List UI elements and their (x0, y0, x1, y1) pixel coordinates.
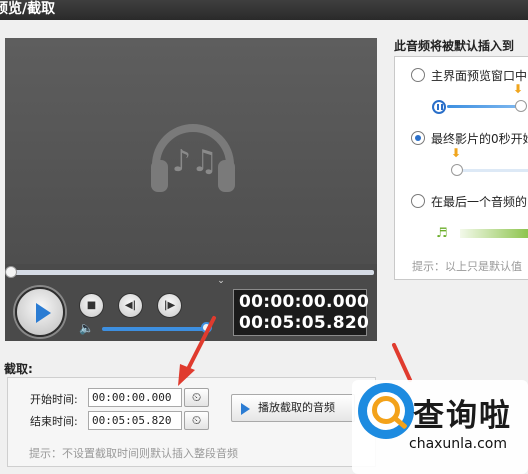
total-time: 00:05:05.820 (239, 313, 370, 333)
start-time-label: 开始时间: (30, 393, 78, 406)
play-captured-audio-label: 播放截取的音频 (258, 401, 335, 414)
clock-icon: ⏲ (191, 413, 202, 427)
clock-icon: ⏲ (191, 390, 202, 404)
annotation-arrow-shaft (392, 343, 412, 382)
window-titlebar: 预览/截取 (0, 0, 528, 20)
position-track-movie[interactable] (458, 169, 528, 172)
end-time-clock-button[interactable]: ⏲ (184, 411, 209, 430)
watermark-url: chaxunla.com (409, 436, 507, 452)
option-radio-main-preview[interactable] (411, 68, 425, 82)
time-display: 00:00:00.000 00:05:05.820 (233, 289, 370, 336)
end-time-label: 结束时间: (30, 415, 78, 428)
start-time-input[interactable]: 00:00:00.000 (88, 388, 182, 407)
option-radio-after-last[interactable] (411, 194, 425, 208)
marker-arrow-icon: ⬇ (451, 146, 462, 160)
capture-hint: 提示：不设置截取时间则默认插入整段音频 (29, 447, 238, 460)
window-title: 预览/截取 (0, 1, 56, 17)
preview-screen: ♪♫ (5, 38, 377, 264)
insert-options-hint: 提示：以上只是默认值 (412, 260, 522, 273)
position-knob-movie[interactable] (451, 164, 463, 176)
headphones-music-icon: ♪♫ (151, 124, 235, 192)
watermark-name: 查询啦 (413, 398, 512, 434)
option-label-after-last: 在最后一个音频的 (431, 195, 528, 209)
play-button[interactable] (15, 287, 65, 337)
pause-icon[interactable] (432, 100, 446, 114)
insert-options-title: 此音频将被默认插入到 (394, 39, 515, 53)
option-label-movie-start: 最终影片的0秒开始 (431, 132, 528, 146)
audio-waveform-bar (460, 229, 528, 238)
previous-button[interactable]: ◀| (118, 293, 143, 318)
chevron-down-icon[interactable]: ⌄ (210, 276, 232, 286)
position-knob-main[interactable] (515, 100, 527, 112)
play-icon (36, 303, 51, 323)
play-icon (241, 403, 250, 415)
music-note-icon: ♬ (436, 226, 448, 241)
next-button[interactable]: |▶ (157, 293, 182, 318)
option-radio-movie-start[interactable] (411, 131, 425, 145)
end-time-input[interactable]: 00:05:05.820 (88, 411, 182, 430)
seek-knob[interactable] (5, 266, 17, 278)
volume-knob[interactable] (201, 322, 212, 333)
marker-arrow-icon: ⬇ (513, 82, 524, 96)
play-captured-audio-button[interactable]: 播放截取的音频 (231, 394, 355, 422)
current-time: 00:00:00.000 (239, 292, 370, 312)
seek-track[interactable] (10, 270, 374, 275)
volume-slider[interactable] (102, 327, 207, 331)
volume-icon[interactable]: 🔈 (79, 321, 94, 335)
stop-button[interactable]: ■ (79, 293, 104, 318)
start-time-clock-button[interactable]: ⏲ (184, 388, 209, 407)
svg-text:♪♫: ♪♫ (172, 144, 218, 179)
capture-section-title: 截取: (4, 362, 33, 376)
position-track-main[interactable] (447, 105, 519, 108)
